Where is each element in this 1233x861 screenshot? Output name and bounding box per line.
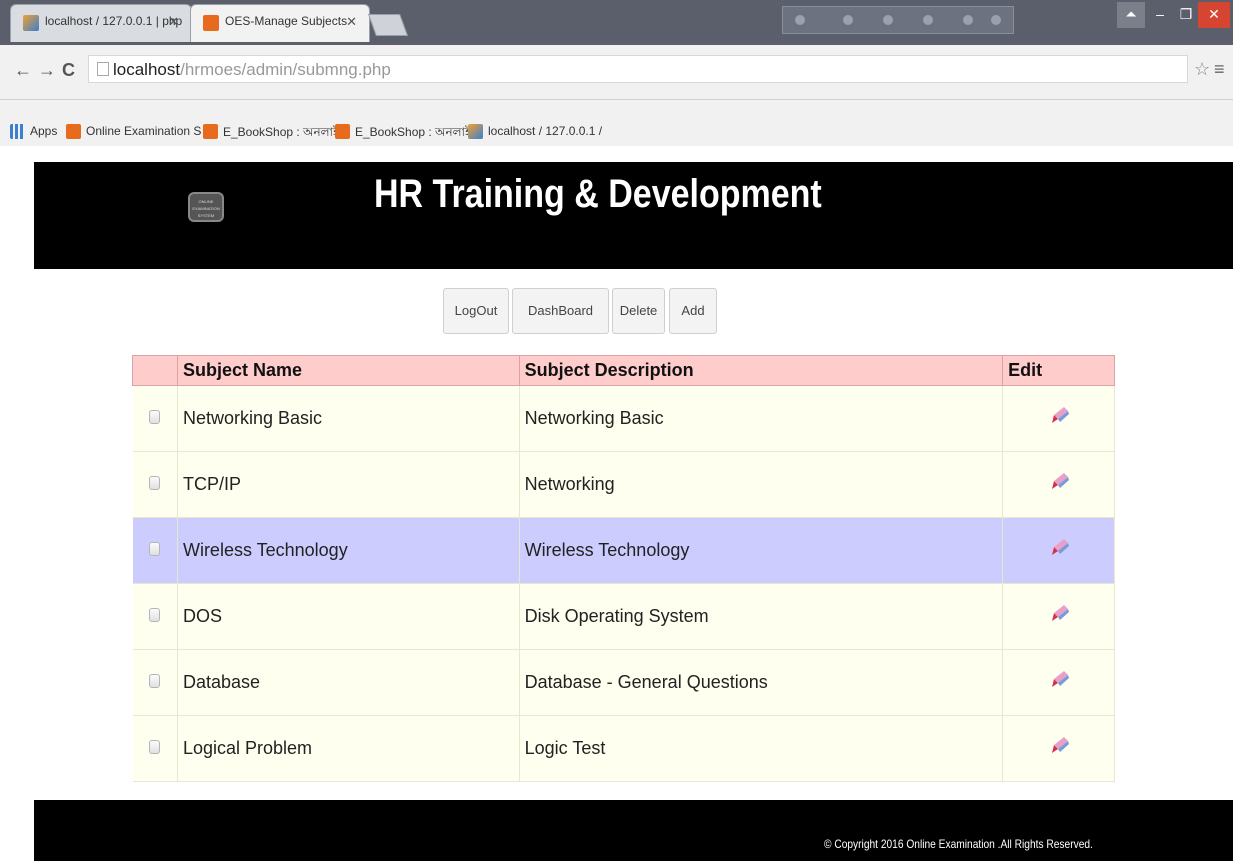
tab-label: localhost / 127.0.0.1 | php xyxy=(45,14,183,28)
row-checkbox[interactable] xyxy=(149,542,161,556)
logo-text: ONLINE EXAMINATION SYSTEM xyxy=(192,199,220,218)
table-header-row: Subject Name Subject Description Edit xyxy=(132,355,1115,386)
bookmark-ebookshop-1[interactable]: E_BookShop : অনলাইন xyxy=(203,124,346,144)
maximize-button[interactable]: ❐ xyxy=(1172,2,1200,28)
bookmark-label: E_BookShop : অনলাইন xyxy=(223,125,347,139)
subject-name-cell: TCP/IP xyxy=(177,451,520,518)
browser-toolbar: ← → C localhost/hrmoes/admin/submng.php … xyxy=(0,45,1233,100)
new-tab-button[interactable] xyxy=(367,14,409,36)
edit-header: Edit xyxy=(1002,355,1115,386)
browser-tab-strip: localhost / 127.0.0.1 | php ✕ OES-Manage… xyxy=(0,0,1233,45)
back-arrow-icon[interactable]: ← xyxy=(14,60,32,81)
table-row: DOS Disk Operating System xyxy=(132,583,1115,650)
table-row: Networking Basic Networking Basic xyxy=(132,385,1115,452)
edit-pencil-icon[interactable] xyxy=(1048,669,1070,691)
browser-tab-manage-subjects[interactable]: OES-Manage Subjects ✕ xyxy=(190,4,370,42)
url-host: localhost xyxy=(113,60,181,79)
row-checkbox[interactable] xyxy=(149,608,161,622)
delete-button[interactable]: Delete xyxy=(612,288,665,334)
subject-name-cell: Database xyxy=(177,649,520,716)
ime-tool-icon[interactable] xyxy=(963,15,973,25)
bookmark-label: Apps xyxy=(30,124,58,138)
add-button[interactable]: Add xyxy=(669,288,717,334)
oes-favicon-icon xyxy=(203,15,219,31)
site-logo: ONLINE EXAMINATION SYSTEM xyxy=(188,192,224,222)
bookmark-label: E_BookShop : অনলাইন xyxy=(355,125,479,139)
tab-close-icon[interactable]: ✕ xyxy=(346,14,357,30)
subject-description-cell: Logic Test xyxy=(519,715,1004,782)
bookmark-label: Online Examination S xyxy=(86,124,202,138)
subjects-table: Subject Name Subject Description Edit Ne… xyxy=(132,355,1115,782)
subject-description-cell: Wireless Technology xyxy=(519,517,1004,584)
profile-icon[interactable]: ⏶ xyxy=(1117,2,1145,28)
subject-description-cell: Database - General Questions xyxy=(519,649,1004,716)
orange-page-icon xyxy=(335,124,350,139)
subject-description-cell: Networking Basic xyxy=(519,385,1004,452)
tab-label: OES-Manage Subjects xyxy=(225,14,348,28)
bookmark-online-examination[interactable]: Online Examination S xyxy=(66,124,202,139)
edit-pencil-icon[interactable] xyxy=(1048,405,1070,427)
bookmark-localhost[interactable]: localhost / 127.0.0.1 / xyxy=(468,124,603,139)
ime-toolbar[interactable] xyxy=(782,6,1014,34)
ime-tool-icon[interactable] xyxy=(991,15,1001,25)
edit-pencil-icon[interactable] xyxy=(1048,735,1070,757)
url-path: /hrmoes/admin/submng.php xyxy=(180,60,391,79)
ime-tool-icon[interactable] xyxy=(795,15,805,25)
logout-button[interactable]: LogOut xyxy=(443,288,509,334)
subject-name-cell: Logical Problem xyxy=(177,715,520,782)
subject-name-cell: DOS xyxy=(177,583,520,650)
select-column-header xyxy=(132,355,178,386)
minimize-button[interactable]: – xyxy=(1146,2,1174,28)
copyright-text: © Copyright 2016 Online Examination .All… xyxy=(824,837,1093,851)
apps-grid-icon xyxy=(10,124,25,139)
tab-close-icon[interactable]: ✕ xyxy=(168,14,179,30)
subject-name-cell: Wireless Technology xyxy=(177,517,520,584)
edit-pencil-icon[interactable] xyxy=(1048,471,1070,493)
bookmark-ebookshop-2[interactable]: E_BookShop : অনলাইন xyxy=(335,124,478,144)
row-checkbox[interactable] xyxy=(149,476,161,490)
table-row: Database Database - General Questions xyxy=(132,649,1115,716)
subject-name-cell: Networking Basic xyxy=(177,385,520,452)
phpmyadmin-icon xyxy=(23,15,39,31)
edit-pencil-icon[interactable] xyxy=(1048,537,1070,559)
ime-tool-icon[interactable] xyxy=(923,15,933,25)
subject-description-cell: Disk Operating System xyxy=(519,583,1004,650)
page-header: ONLINE EXAMINATION SYSTEM HR Training & … xyxy=(34,162,1233,269)
table-row: Logical Problem Logic Test xyxy=(132,715,1115,782)
row-checkbox[interactable] xyxy=(149,410,161,424)
bookmark-star-icon[interactable]: ☆ xyxy=(1194,59,1210,80)
ime-tool-icon[interactable] xyxy=(883,15,893,25)
edit-pencil-icon[interactable] xyxy=(1048,603,1070,625)
page-icon xyxy=(97,62,109,76)
orange-page-icon xyxy=(66,124,81,139)
close-window-button[interactable]: ✕ xyxy=(1198,2,1230,28)
subject-description-cell: Networking xyxy=(519,451,1004,518)
row-checkbox[interactable] xyxy=(149,674,161,688)
dashboard-button[interactable]: DashBoard xyxy=(512,288,609,334)
table-row-highlighted: Wireless Technology Wireless Technology xyxy=(132,517,1115,584)
forward-arrow-icon[interactable]: → xyxy=(38,60,56,81)
browser-tab-phpmyadmin[interactable]: localhost / 127.0.0.1 | php ✕ xyxy=(10,4,192,42)
subject-description-header: Subject Description xyxy=(518,355,1004,386)
page-title: HR Training & Development xyxy=(374,172,822,216)
bookmarks-bar: Apps Online Examination S E_BookShop : অ… xyxy=(0,118,1233,146)
reload-icon[interactable]: C xyxy=(62,60,75,81)
bookmark-label: localhost / 127.0.0.1 / xyxy=(488,124,603,138)
subject-name-header: Subject Name xyxy=(176,355,520,386)
address-bar[interactable]: localhost/hrmoes/admin/submng.php xyxy=(88,55,1188,83)
menu-icon[interactable]: ≡ xyxy=(1214,59,1225,80)
ime-tool-icon[interactable] xyxy=(843,15,853,25)
orange-page-icon xyxy=(203,124,218,139)
table-row: TCP/IP Networking xyxy=(132,451,1115,518)
page-footer: © Copyright 2016 Online Examination .All… xyxy=(34,800,1233,861)
row-checkbox[interactable] xyxy=(149,740,161,754)
bookmark-apps[interactable]: Apps xyxy=(10,124,58,139)
phpmyadmin-icon xyxy=(468,124,483,139)
